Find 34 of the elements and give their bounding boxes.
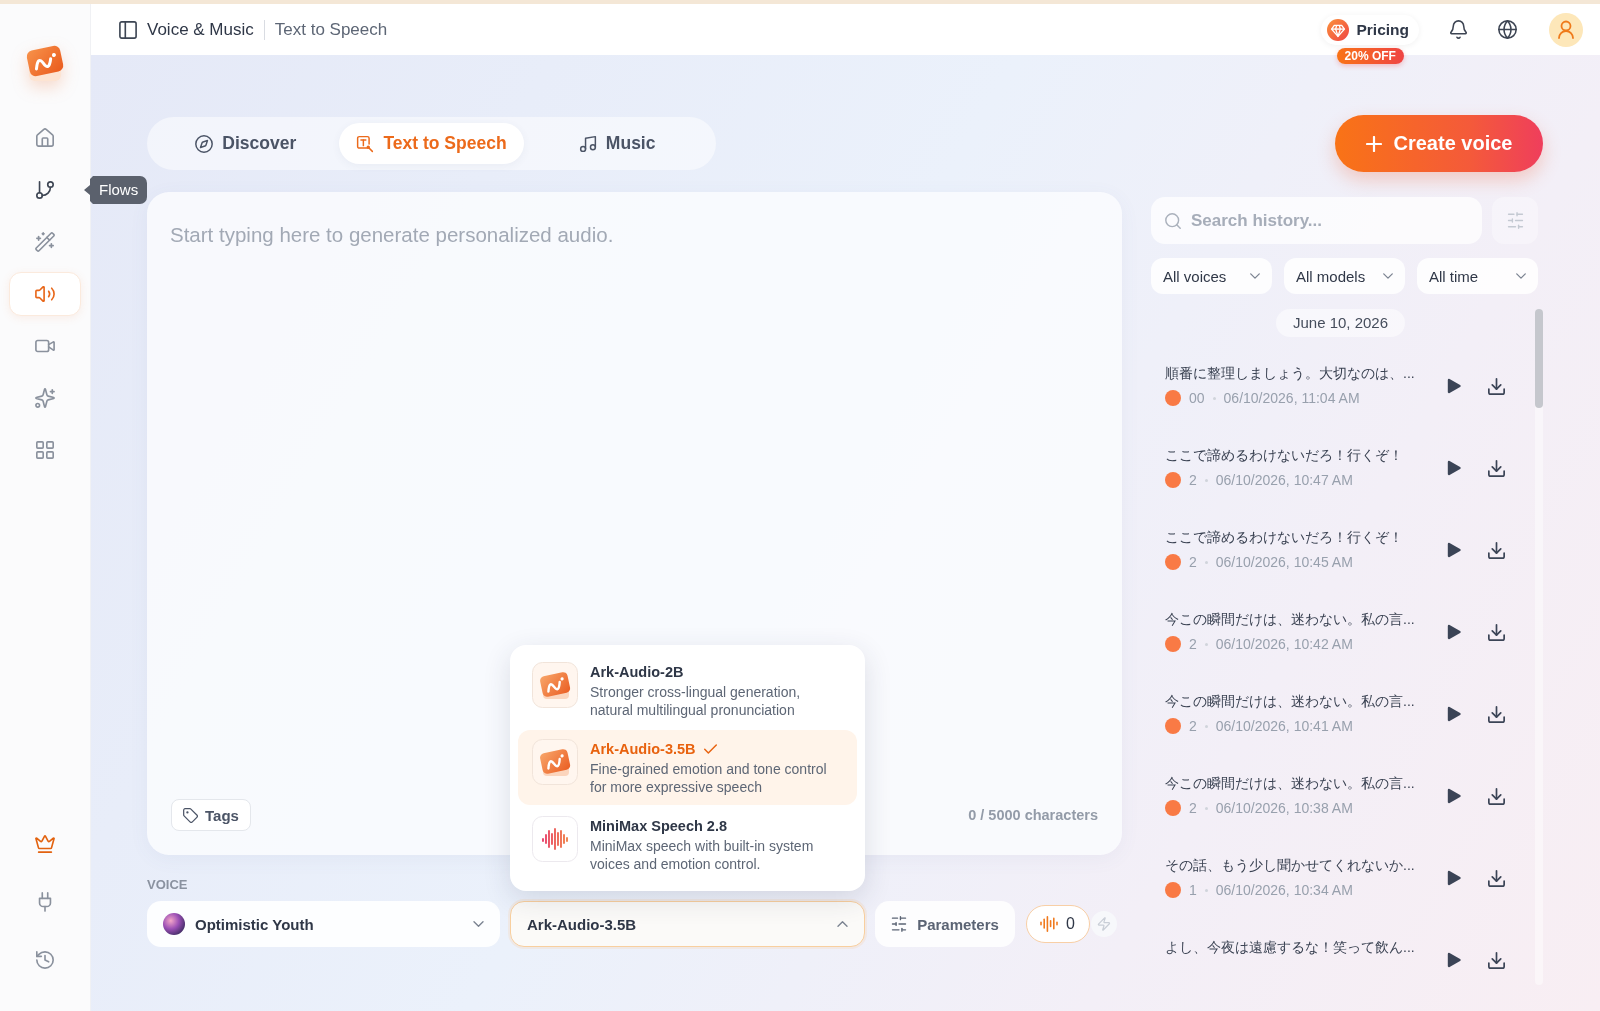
character-count: 0 / 5000 characters <box>968 807 1098 823</box>
breadcrumb-item: Text to Speech <box>274 19 388 40</box>
model-name: Ark-Audio-2B <box>590 664 684 680</box>
history-item-title: 順番に整理しましょう。大切なのは、... <box>1165 364 1415 383</box>
voice-name: 00 <box>1189 390 1205 406</box>
tooltip: Flows <box>84 176 148 204</box>
history-item-time: 06/10/2026, 11:04 AM <box>1223 390 1360 406</box>
voice-section-label: VOICE <box>147 877 188 893</box>
history-item-time: 06/10/2026, 10:41 AM <box>1215 718 1353 734</box>
model-description: Stronger cross-lingual generation, natural multilingual pronunciation <box>590 683 802 719</box>
voice-name: 1 <box>1189 882 1197 898</box>
voice-name: 2 <box>1189 636 1197 652</box>
history-item-title: ここで諦めるわけないだろ！行くぞ！ <box>1165 446 1403 465</box>
history-item-title: よし、今夜は遠慮するな！笑って飲ん... <box>1165 938 1415 957</box>
history-item-title: 今この瞬間だけは、迷わない。私の言... <box>1165 692 1415 711</box>
date-label: June 10, 2026 <box>1275 309 1406 337</box>
discount-badge: 20% OFF <box>1336 47 1404 64</box>
voice-name: 2 <box>1189 554 1197 570</box>
model-name: Ark-Audio-3.5B <box>590 741 696 757</box>
voice-name: 2 <box>1189 472 1197 488</box>
voice-name: 2 <box>1189 800 1197 816</box>
history-item-time: 06/10/2026, 10:47 AM <box>1215 472 1353 488</box>
history-item-time: 06/10/2026, 10:42 AM <box>1215 636 1353 652</box>
history-item-title: ここで諦めるわけないだろ！行くぞ！ <box>1165 528 1403 547</box>
history-item-title: 今この瞬間だけは、迷わない。私の言... <box>1165 610 1415 629</box>
history-item-time: 06/10/2026, 10:45 AM <box>1215 554 1353 570</box>
model-description: Fine-grained emotion and tone control for more expressive speech <box>590 760 828 796</box>
history-item-title: 今この瞬間だけは、迷わない。私の言... <box>1165 774 1415 793</box>
credits-count: 0 <box>1066 915 1075 933</box>
history-item-time: 06/10/2026, 10:34 AM <box>1215 882 1353 898</box>
history-item-title: その話、もう少し聞かせてくれないか... <box>1165 856 1415 875</box>
history-item-time: 06/10/2026, 10:38 AM <box>1215 800 1353 816</box>
model-name: MiniMax Speech 2.8 <box>590 818 727 834</box>
voice-name: 2 <box>1189 718 1197 734</box>
